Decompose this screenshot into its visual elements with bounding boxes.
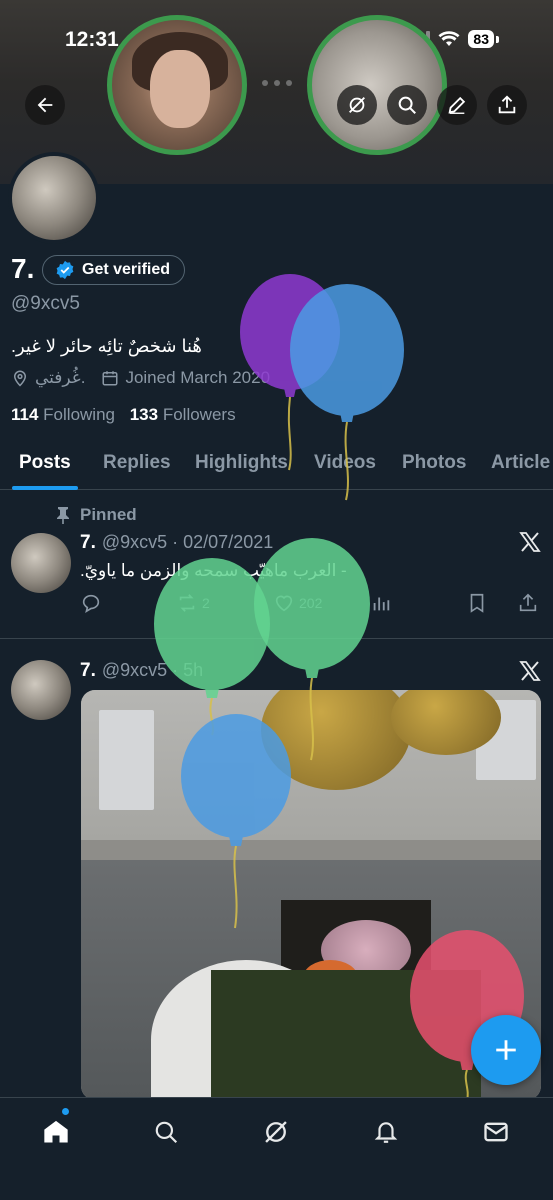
- tab-articles[interactable]: Article: [491, 452, 550, 474]
- space-host-avatar-2[interactable]: [307, 15, 447, 155]
- post-divider: [0, 638, 553, 639]
- compose-button[interactable]: [471, 1015, 541, 1085]
- edit-button[interactable]: [437, 85, 477, 125]
- followers-count: 133: [129, 405, 159, 424]
- edit-icon: [448, 96, 466, 114]
- share-profile-button[interactable]: [487, 85, 527, 125]
- tab-photos[interactable]: Photos: [402, 452, 466, 474]
- pinned-label: Pinned: [80, 505, 137, 524]
- active-tab-indicator: [12, 486, 78, 490]
- retweet-button[interactable]: 2: [176, 592, 210, 614]
- verified-badge-icon: [56, 260, 74, 280]
- profile-name: 7.: [11, 253, 35, 284]
- post-handle-date: @9xcv5 · 02/07/2021: [101, 532, 274, 552]
- profile-bio: هُنا شخصٌ تائِه حائر لا غير.: [11, 336, 202, 356]
- plus-icon: [496, 1040, 516, 1060]
- profile-handle: @9xcv5: [11, 293, 80, 314]
- x-logo-icon: [519, 661, 541, 681]
- back-button[interactable]: [25, 85, 65, 125]
- reply-button[interactable]: [80, 592, 102, 614]
- like-icon: [275, 595, 293, 612]
- share-post-button[interactable]: [517, 592, 539, 614]
- profile-avatar[interactable]: [8, 152, 100, 244]
- notifications-icon: [374, 1122, 398, 1143]
- post-author-name[interactable]: 7.: [80, 532, 96, 553]
- media-band: [81, 840, 541, 860]
- battery-level: 83: [468, 30, 494, 48]
- like-count: 202: [299, 595, 323, 611]
- followers-link[interactable]: 133 Followers: [130, 405, 236, 424]
- profile-meta: غُرفتي. Joined March 2020: [11, 368, 270, 388]
- calendar-icon: [102, 371, 118, 386]
- bookmark-icon: [470, 593, 484, 613]
- pinned-indicator: Pinned: [56, 505, 137, 525]
- grok-icon: [265, 1121, 287, 1143]
- back-arrow-icon: [37, 97, 53, 113]
- nav-grok[interactable]: [256, 1112, 296, 1152]
- pin-icon: [57, 507, 69, 524]
- get-verified-label: Get verified: [82, 261, 171, 278]
- views-icon: [373, 597, 390, 611]
- tab-posts[interactable]: Posts: [19, 452, 71, 474]
- post-handle-date: @9xcv5 · 5h: [101, 660, 204, 680]
- post-avatar[interactable]: [11, 660, 71, 720]
- profile-location: غُرفتي.: [35, 368, 86, 387]
- messages-icon: [484, 1122, 508, 1142]
- bookmark-button[interactable]: [466, 592, 488, 614]
- grok-icon: [349, 97, 365, 113]
- search-icon: [398, 96, 416, 114]
- share-icon: [519, 593, 537, 612]
- post-header: 7. @9xcv5 · 5h: [80, 660, 203, 682]
- home-icon: [44, 1120, 68, 1143]
- tab-replies[interactable]: Replies: [103, 452, 171, 474]
- nav-notifications[interactable]: [366, 1112, 406, 1152]
- follow-stats: 114 Following 133 Followers: [11, 405, 236, 425]
- battery-tip: [496, 35, 499, 43]
- status-time: 12:31: [65, 28, 119, 51]
- post-actions: 2 202: [80, 592, 545, 616]
- post-header: 7. @9xcv5 · 02/07/2021: [80, 532, 273, 554]
- media-bag: [211, 970, 481, 1100]
- nav-home[interactable]: [36, 1112, 76, 1152]
- retweet-count: 2: [202, 595, 210, 611]
- location-icon: [13, 370, 27, 387]
- media-paper: [99, 710, 154, 810]
- x-logo-icon: [519, 532, 541, 552]
- search-icon: [155, 1121, 178, 1144]
- retweet-icon: [179, 594, 195, 612]
- following-link[interactable]: 114 Following: [11, 405, 115, 424]
- post-avatar[interactable]: [11, 533, 71, 593]
- following-label: Following: [43, 405, 115, 424]
- avatar-face: [150, 50, 210, 128]
- reply-icon: [82, 594, 100, 613]
- space-host-avatar-1[interactable]: [107, 15, 247, 155]
- search-button[interactable]: [387, 85, 427, 125]
- post-author-name[interactable]: 7.: [80, 660, 96, 681]
- tab-highlights[interactable]: Highlights: [195, 452, 288, 474]
- tab-videos[interactable]: Videos: [314, 452, 376, 474]
- share-icon: [498, 95, 516, 114]
- wifi-icon: [438, 31, 460, 46]
- like-button[interactable]: 202: [273, 592, 322, 614]
- bottom-navigation: [0, 1097, 553, 1200]
- views-button[interactable]: [370, 592, 392, 614]
- get-verified-button[interactable]: Get verified: [42, 255, 186, 285]
- home-notification-dot: [62, 1108, 69, 1115]
- nav-search[interactable]: [146, 1112, 186, 1152]
- profile-joined: Joined March 2020: [125, 368, 271, 387]
- followers-label: Followers: [162, 405, 236, 424]
- post-text: - العرب ماهيّب سمحه والزمن ما ياويّ.: [80, 561, 347, 580]
- profile-tabs: Posts Replies Highlights Videos Photos A…: [0, 440, 553, 490]
- spaces-connector-dots: [262, 80, 292, 86]
- nav-messages[interactable]: [476, 1112, 516, 1152]
- grok-button[interactable]: [337, 85, 377, 125]
- following-count: 114: [11, 405, 39, 424]
